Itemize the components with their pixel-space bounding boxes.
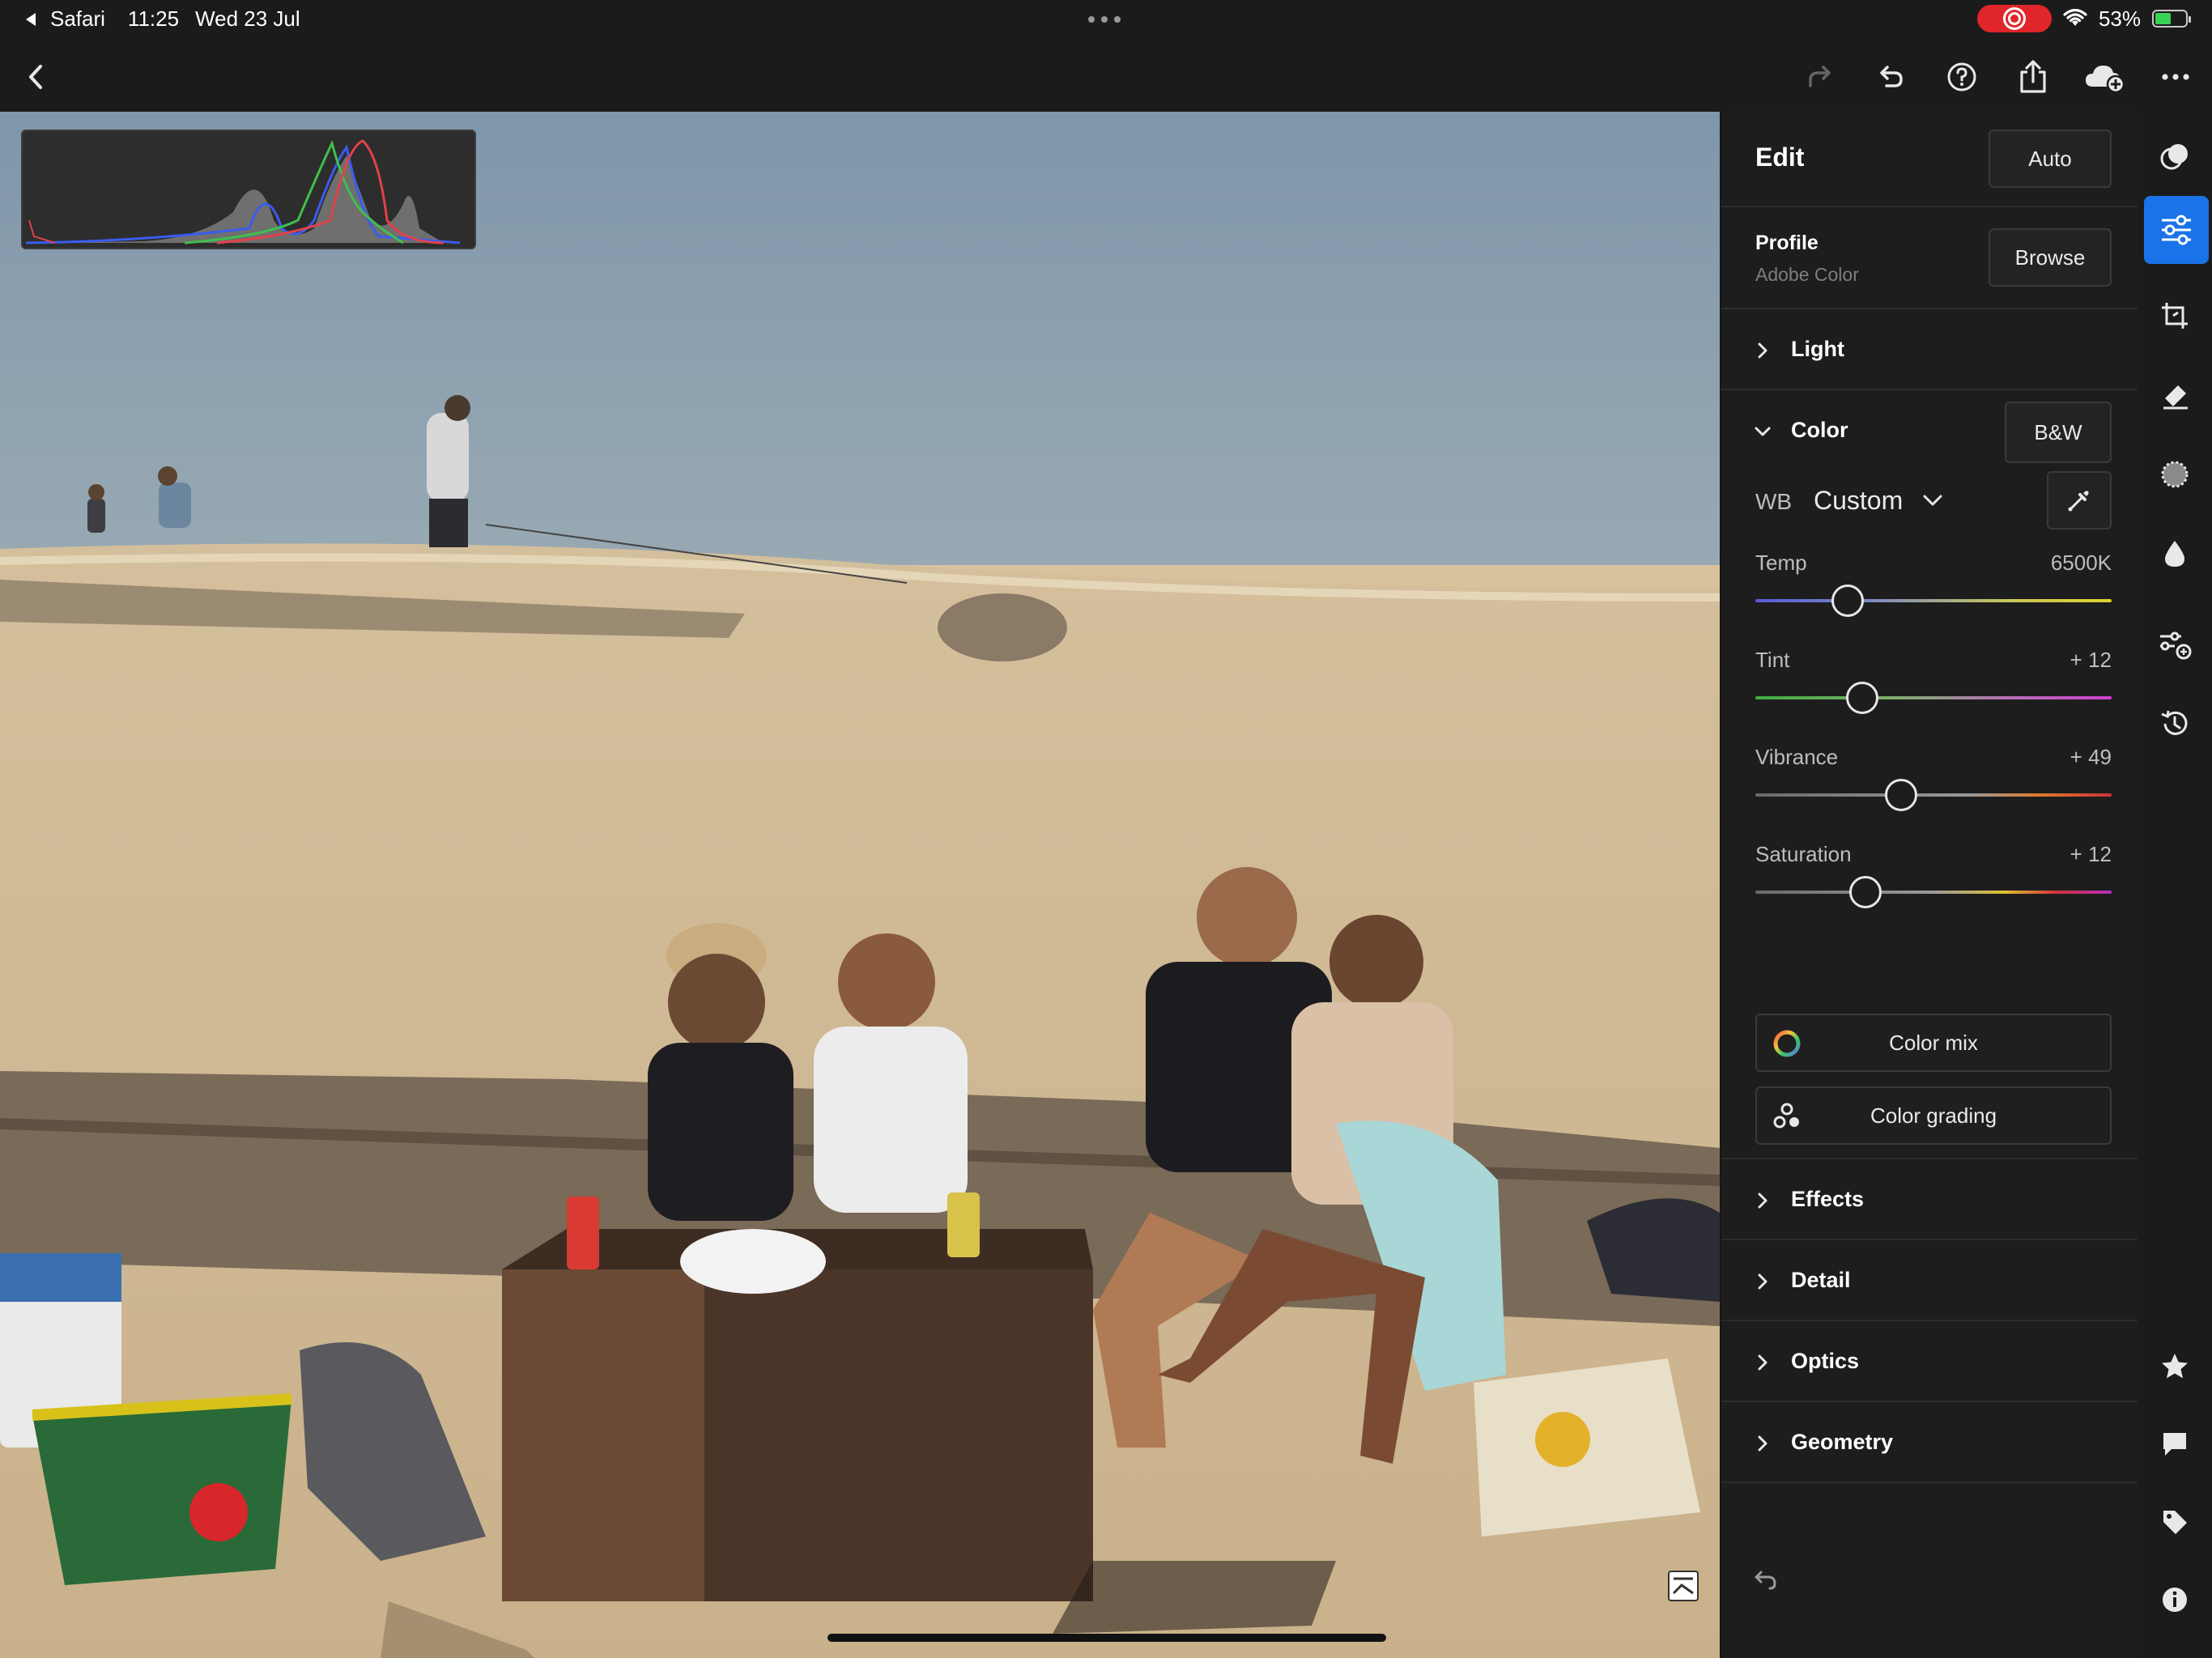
auto-button[interactable]: Auto [1989, 130, 2112, 188]
slider-label: Vibrance [1755, 745, 1839, 769]
detail-section[interactable]: Detail [1721, 1240, 2139, 1321]
history-icon[interactable] [2150, 699, 2199, 748]
color-section-label[interactable]: Color [1791, 418, 1848, 443]
edit-title: Edit [1755, 142, 1805, 172]
chevron-down-icon[interactable] [1754, 423, 1772, 440]
profile-label: Profile [1755, 232, 1819, 254]
status-left: Safari 11:25 Wed 23 Jul [26, 6, 300, 32]
photo-canvas[interactable] [0, 112, 1720, 1658]
wb-label: WB [1755, 489, 1793, 514]
slider-label: Temp [1755, 551, 1807, 575]
tint-slider-thumb[interactable] [1846, 682, 1878, 714]
share-icon[interactable] [2011, 55, 2055, 99]
optics-section[interactable]: Optics [1721, 1321, 2139, 1402]
chevron-down-icon [1923, 495, 1942, 506]
slider-value[interactable]: + 49 [2070, 745, 2112, 770]
tool-rail [2138, 112, 2212, 1658]
effects-section[interactable]: Effects [1721, 1159, 2139, 1240]
tag-icon[interactable] [2150, 1498, 2199, 1546]
effects-section-label[interactable]: Effects [1791, 1187, 1864, 1212]
slider-value[interactable]: + 12 [2070, 648, 2112, 673]
versions-icon[interactable] [2150, 620, 2199, 669]
chevron-right-icon [1758, 342, 1767, 359]
color-mix-button[interactable]: Color mix [1755, 1014, 2112, 1072]
histogram[interactable] [21, 130, 476, 249]
screen-recording-icon[interactable] [1976, 5, 2052, 32]
reset-icon[interactable] [1750, 1567, 1780, 1596]
top-toolbar [0, 39, 2212, 112]
slider-label: Saturation [1755, 842, 1852, 866]
slider-label: Tint [1755, 648, 1790, 672]
saturation-slider-track[interactable] [1755, 891, 2112, 894]
profile-section: Profile Adobe Color Browse [1721, 207, 2139, 309]
chevron-right-icon [1758, 1192, 1767, 1209]
beach-photo [0, 112, 1720, 1658]
histogram-graph [25, 139, 461, 244]
chevron-right-icon [1758, 1273, 1767, 1290]
bw-button[interactable]: B&W [2005, 402, 2112, 463]
battery-icon [2152, 10, 2191, 28]
edit-header: Edit Auto [1721, 112, 2139, 207]
temp-slider-thumb[interactable] [1831, 585, 1865, 617]
light-section-label[interactable]: Light [1791, 337, 1844, 362]
status-right: 53% [1976, 5, 2191, 32]
chevron-right-icon [1758, 1354, 1767, 1371]
edit-sliders-icon[interactable] [2144, 196, 2209, 264]
cloud-add-icon[interactable] [2082, 55, 2126, 99]
redo-icon[interactable] [1797, 55, 1841, 99]
home-indicator[interactable] [827, 1634, 1386, 1642]
wb-dropdown[interactable]: Custom [1814, 481, 1943, 520]
star-icon[interactable] [2150, 1342, 2199, 1391]
detail-section-label[interactable]: Detail [1791, 1268, 1851, 1293]
compare-view-icon[interactable] [1666, 1569, 1700, 1603]
info-icon[interactable] [2150, 1575, 2199, 1624]
status-date: Wed 23 Jul [195, 6, 300, 31]
color-grading-label: Color grading [1870, 1103, 1997, 1128]
wifi-icon [2063, 9, 2087, 26]
light-section[interactable]: Light [1721, 309, 2139, 390]
help-icon[interactable] [1940, 55, 1984, 99]
saturation-slider-thumb[interactable] [1849, 876, 1882, 908]
profile-value[interactable]: Adobe Color [1755, 264, 1859, 286]
optics-section-label[interactable]: Optics [1791, 1349, 1859, 1374]
slider-value[interactable]: 6500K [2051, 551, 2112, 576]
blur-icon[interactable] [2150, 529, 2199, 578]
temp-slider-track[interactable] [1755, 599, 2112, 602]
edit-panel: Edit Auto Profile Adobe Color Browse Lig… [1720, 112, 2139, 1658]
multitasking-dots-icon[interactable] [1088, 16, 1121, 23]
healing-icon[interactable] [2150, 371, 2199, 419]
geometry-section-label[interactable]: Geometry [1791, 1430, 1893, 1455]
back-app-name[interactable]: Safari [50, 6, 105, 32]
presets-icon[interactable] [2150, 133, 2199, 181]
color-mix-label: Color mix [1889, 1030, 1978, 1055]
masking-icon[interactable] [2150, 450, 2199, 499]
status-time: 11:25 [127, 6, 180, 31]
back-chevron-icon[interactable] [15, 55, 58, 99]
color-wheel-icon [1773, 1030, 1801, 1057]
vibrance-slider-track[interactable] [1755, 793, 2112, 797]
crop-icon[interactable] [2150, 291, 2199, 340]
comment-icon[interactable] [2150, 1420, 2199, 1469]
color-grading-icon [1773, 1103, 1799, 1129]
eyedropper-icon [2068, 491, 2089, 512]
wb-value[interactable]: Custom [1814, 486, 1903, 516]
chevron-right-icon [1758, 1435, 1767, 1452]
slider-value[interactable]: + 12 [2070, 842, 2112, 867]
geometry-section[interactable]: Geometry [1721, 1402, 2139, 1483]
tint-slider-track[interactable] [1755, 696, 2112, 699]
browse-button[interactable]: Browse [1989, 228, 2112, 287]
back-to-app-icon[interactable] [26, 12, 36, 26]
eyedropper-button[interactable] [2047, 471, 2112, 529]
status-bar: Safari 11:25 Wed 23 Jul 53% [0, 0, 2212, 39]
vibrance-slider-thumb[interactable] [1885, 779, 1918, 811]
color-grading-button[interactable]: Color grading [1755, 1086, 2112, 1145]
lightroom-app: Safari 11:25 Wed 23 Jul 53% Edit Auto Pr… [0, 0, 2212, 1658]
battery-percent: 53% [2098, 6, 2141, 31]
more-icon[interactable] [2154, 55, 2197, 99]
color-section: Color B&W WB Custom Temp 6500K Tint + 12 Vib… [1721, 390, 2139, 1159]
undo-icon[interactable] [1869, 55, 1912, 99]
